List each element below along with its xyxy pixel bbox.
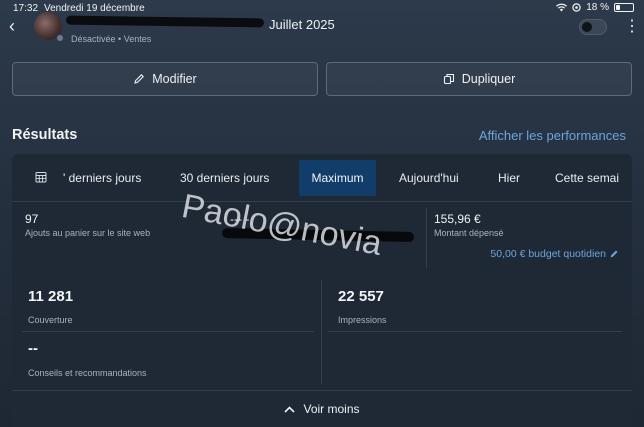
redacted-metric-label: [221, 227, 415, 243]
amount-spent-value: 155,96 €: [434, 212, 481, 226]
battery-icon: [614, 3, 634, 12]
add-to-cart-value: 97: [25, 212, 39, 226]
divider: [321, 280, 322, 384]
page-title: Juillet 2025: [269, 17, 335, 32]
see-less-button[interactable]: Voir moins: [12, 390, 632, 427]
add-to-cart-label: Ajouts au panier sur le site web: [25, 228, 151, 238]
divider: [22, 331, 314, 332]
daily-budget-text: 50,00 € budget quotidien: [490, 248, 606, 260]
tab-today[interactable]: Aujourd'hui: [399, 160, 459, 196]
objective-text: Ventes: [123, 34, 152, 44]
reach-label: Couverture: [28, 315, 73, 325]
results-title: Résultats: [12, 127, 78, 143]
tab-last-days[interactable]: ' derniers jours: [63, 160, 141, 196]
campaign-toggle[interactable]: [579, 19, 607, 35]
more-options-icon[interactable]: ⋮: [624, 16, 640, 36]
middle-metric-value: --- -: [230, 212, 250, 226]
impressions-value: 22 557: [338, 288, 384, 305]
redacted-title-part: [65, 15, 265, 28]
duplicate-button-label: Dupliquer: [461, 72, 516, 86]
toggle-knob: [582, 22, 592, 32]
separator-dot: •: [118, 34, 122, 44]
pencil-icon: [610, 250, 618, 258]
campaign-subtitle: Désactivée • Ventes: [71, 34, 151, 44]
results-card: ' derniers jours 30 derniers jours Maxim…: [12, 154, 632, 427]
date-range-tabs: ' derniers jours 30 derniers jours Maxim…: [12, 154, 632, 202]
divider: [328, 331, 622, 332]
tips-label: Conseils et recommandations: [28, 368, 147, 378]
avatar-status-dot: [56, 34, 64, 42]
view-performance-link[interactable]: Afficher les performances: [479, 128, 626, 143]
wifi-icon: [556, 3, 568, 12]
location-lock-icon: [572, 3, 581, 12]
amount-spent-label: Montant dépensé: [434, 228, 504, 238]
tab-maximum[interactable]: Maximum: [299, 160, 376, 196]
campaign-header: ‹ Juillet 2025 Désactivée • Ventes ⋮: [0, 12, 644, 48]
tab-yesterday[interactable]: Hier: [498, 160, 520, 196]
duplicate-icon: [443, 73, 454, 85]
duplicate-button[interactable]: Dupliquer: [326, 62, 632, 96]
pencil-icon: [134, 74, 145, 84]
edit-button[interactable]: Modifier: [12, 62, 318, 96]
edit-button-label: Modifier: [152, 72, 197, 86]
chevron-up-icon: [284, 405, 296, 413]
see-less-label: Voir moins: [303, 402, 360, 416]
calendar-icon[interactable]: [35, 171, 47, 183]
divider: [426, 208, 427, 268]
tab-30-days[interactable]: 30 derniers jours: [180, 160, 269, 196]
tab-this-week[interactable]: Cette semai: [555, 160, 619, 196]
reach-value: 11 281: [28, 288, 74, 305]
status-text: Désactivée: [71, 34, 116, 44]
impressions-label: Impressions: [338, 315, 387, 325]
tips-value: --: [28, 340, 38, 357]
back-chevron-icon[interactable]: ‹: [9, 16, 15, 37]
daily-budget-link[interactable]: 50,00 € budget quotidien: [490, 248, 619, 260]
